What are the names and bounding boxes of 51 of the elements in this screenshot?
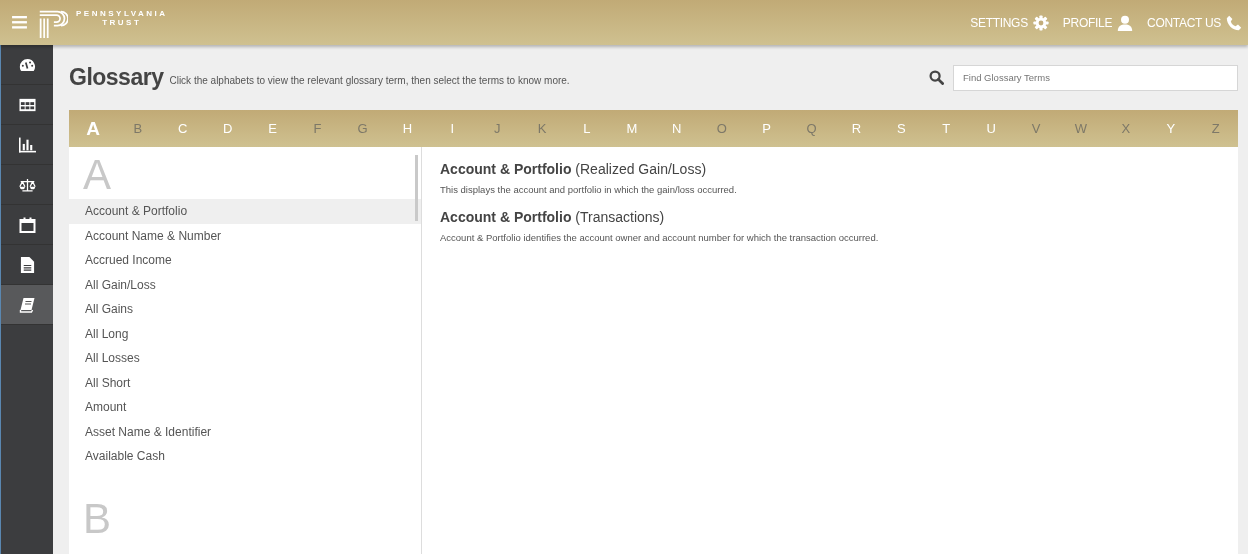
page-subtitle: Click the alphabets to view the relevant glossary term, then select the terms to know more. [169,75,570,86]
gauge-icon [18,56,36,73]
phone-icon [1226,14,1242,31]
definition-text: Account & Portfolio identifies the account owner and account number for which the transaction occurred. [440,232,879,243]
search-icon[interactable] [929,70,944,85]
term-item[interactable]: Asset Name & Identifier [69,419,421,444]
sidebar-item[interactable] [1,285,53,325]
scrollbar-thumb[interactable] [415,155,418,221]
definition-text: This displays the account and portfolio in which the gain/loss occurred. [440,184,738,195]
term-item[interactable]: Account Name & Number [69,223,421,248]
term-item[interactable]: All Gains [69,297,421,322]
letter-tab[interactable]: I [444,121,461,136]
user-icon [1117,14,1134,31]
letter-tab[interactable]: M [623,121,640,136]
term-item[interactable]: All Long [69,321,421,346]
bar-chart-icon [18,136,36,153]
page-title: Glossary [69,64,164,91]
letter-tab[interactable]: Y [1162,121,1179,136]
letter-tab[interactable]: A [85,117,101,140]
term-item[interactable]: Accrued Income [69,248,421,273]
nav-link[interactable]: PROFILE [1062,14,1134,31]
table-icon [18,96,36,113]
letter-tab[interactable]: S [893,121,910,136]
term-item[interactable]: Available Cash [69,444,421,469]
letter-tab[interactable]: D [219,121,236,136]
book-icon [18,296,36,313]
letter-tab[interactable]: H [399,121,416,136]
letter-tab[interactable]: L [578,121,595,136]
term-item[interactable]: Amount [69,395,421,420]
definition-heading: Account & Portfolio (Transactions) [440,209,666,225]
letter-tab[interactable]: E [264,121,281,136]
letter-tab[interactable]: N [668,121,685,136]
definition-heading: Account & Portfolio (Realized Gain/Loss) [440,161,708,177]
logo-text: TRUST [102,17,142,27]
letter-tab[interactable]: P [758,121,775,136]
nav-link[interactable]: CONTACT US [1147,14,1242,31]
letter-tab[interactable]: T [938,121,955,136]
letter-tab[interactable]: R [848,121,865,136]
document-icon [18,256,36,273]
calendar-icon [18,216,36,233]
scale-icon [18,176,36,193]
gear-icon [1032,14,1049,31]
search-field[interactable]: Find Glossary Terms [953,64,1238,91]
logo-text: PENNSYLVANIA [76,8,168,18]
letter-tab[interactable]: C [174,121,191,136]
nav-link[interactable]: SETTINGS [970,14,1049,31]
letter-tab[interactable]: U [983,121,1000,136]
term-item[interactable]: All Short [69,370,421,395]
term-item[interactable]: All Losses [69,346,421,371]
term-item[interactable]: All Gain/Loss [69,272,421,297]
term-item[interactable]: Account & Portfolio [69,199,421,224]
